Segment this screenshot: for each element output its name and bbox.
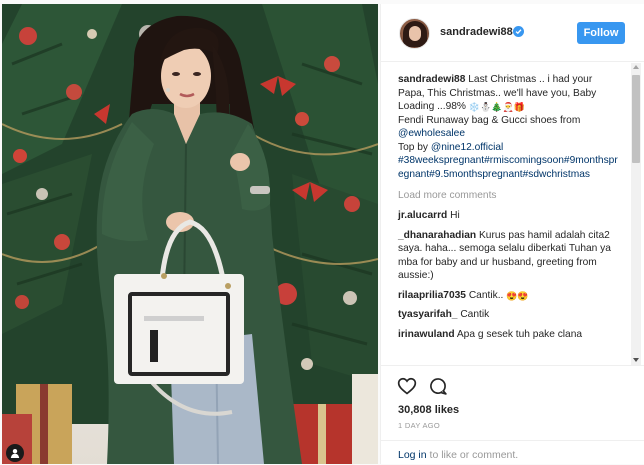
login-prompt-text: to like or comment. <box>426 449 519 461</box>
comment-text: Apa g sesek tuh pake clana <box>456 328 583 340</box>
comment-item: rilaaprilia7035 Cantik.. 😍😍 <box>398 289 619 303</box>
christmas-tree-emoji-icon: 🎄 <box>491 102 503 112</box>
comment-user[interactable]: tyasyarifah_ <box>398 309 457 320</box>
verified-badge-icon <box>513 26 524 37</box>
comment-user[interactable]: _dhanarahadian <box>398 230 476 241</box>
heart-eyes-emoji-icon: 😍 <box>506 290 518 301</box>
user-tag-icon[interactable] <box>6 444 24 462</box>
comments-scrollbar[interactable] <box>631 63 641 365</box>
post-side-panel: sandradewi88 Follow sandradewi88 Last Ch… <box>380 4 644 464</box>
comments-list[interactable]: sandradewi88 Last Christmas .. i had you… <box>381 63 631 365</box>
comment-text: Cantik.. <box>468 289 504 301</box>
gift-emoji-icon: 🎁 <box>513 102 525 112</box>
avatar[interactable] <box>399 18 430 49</box>
likes-count[interactable]: 30,808 likes <box>398 404 459 416</box>
caption-author[interactable]: sandradewi88 <box>398 74 465 85</box>
scroll-up-arrow-icon[interactable] <box>633 65 639 69</box>
snowflake-emoji-icon: ❄️ <box>468 102 481 112</box>
login-prompt: Log in to like or comment. <box>381 440 644 465</box>
post-timestamp: 1 DAY AGO <box>398 421 441 430</box>
comment-item: tyasyarifah_ Cantik <box>398 308 619 322</box>
mention-link[interactable]: @nine12.official <box>431 142 503 153</box>
comment-item: _dhanarahadian Kurus pas hamil adalah ci… <box>398 229 619 283</box>
snowman-emoji-icon: ⛄ <box>480 102 492 112</box>
heart-icon[interactable] <box>397 376 417 396</box>
post-photo[interactable] <box>2 4 378 464</box>
comment-bubble-icon[interactable] <box>428 376 448 396</box>
photo-illustration <box>2 4 378 464</box>
comment-user[interactable]: irinawuland <box>398 329 455 340</box>
comment-item: irinawuland Apa g sesek tuh pake clana <box>398 328 619 342</box>
comment-text: Hi <box>450 210 460 221</box>
username[interactable]: sandradewi88 <box>440 26 513 38</box>
comment-user[interactable]: rilaaprilia7035 <box>398 290 466 301</box>
post-caption: sandradewi88 Last Christmas .. i had you… <box>398 73 619 181</box>
login-link[interactable]: Log in <box>398 449 427 461</box>
comment-item: jr.alucarrd Hi <box>398 209 619 223</box>
post-actions: 30,808 likes 1 DAY AGO Log in to like or… <box>381 365 644 464</box>
caption-brands: Fendi Runaway bag & Gucci shoes from <box>398 114 581 126</box>
post-header: sandradewi88 Follow <box>381 4 644 62</box>
santa-emoji-icon: 🎅 <box>502 102 514 112</box>
follow-button[interactable]: Follow <box>577 22 625 44</box>
instagram-post-embed: sandradewi88 Follow sandradewi88 Last Ch… <box>0 0 644 464</box>
comment-text: Cantik <box>460 309 490 320</box>
heart-eyes-emoji-icon: 😍 <box>517 290 529 301</box>
scroll-down-arrow-icon[interactable] <box>633 358 639 362</box>
hashtags-link[interactable]: #38weekspregnant#rmiscomingsoon#9monthsp… <box>398 155 618 180</box>
scrollbar-thumb[interactable] <box>632 75 640 163</box>
load-more-comments-link[interactable]: Load more comments <box>398 189 619 203</box>
comment-user[interactable]: jr.alucarrd <box>398 210 447 221</box>
caption-top-by: Top by <box>398 141 429 153</box>
mention-link[interactable]: @ewholesalee <box>398 128 465 139</box>
